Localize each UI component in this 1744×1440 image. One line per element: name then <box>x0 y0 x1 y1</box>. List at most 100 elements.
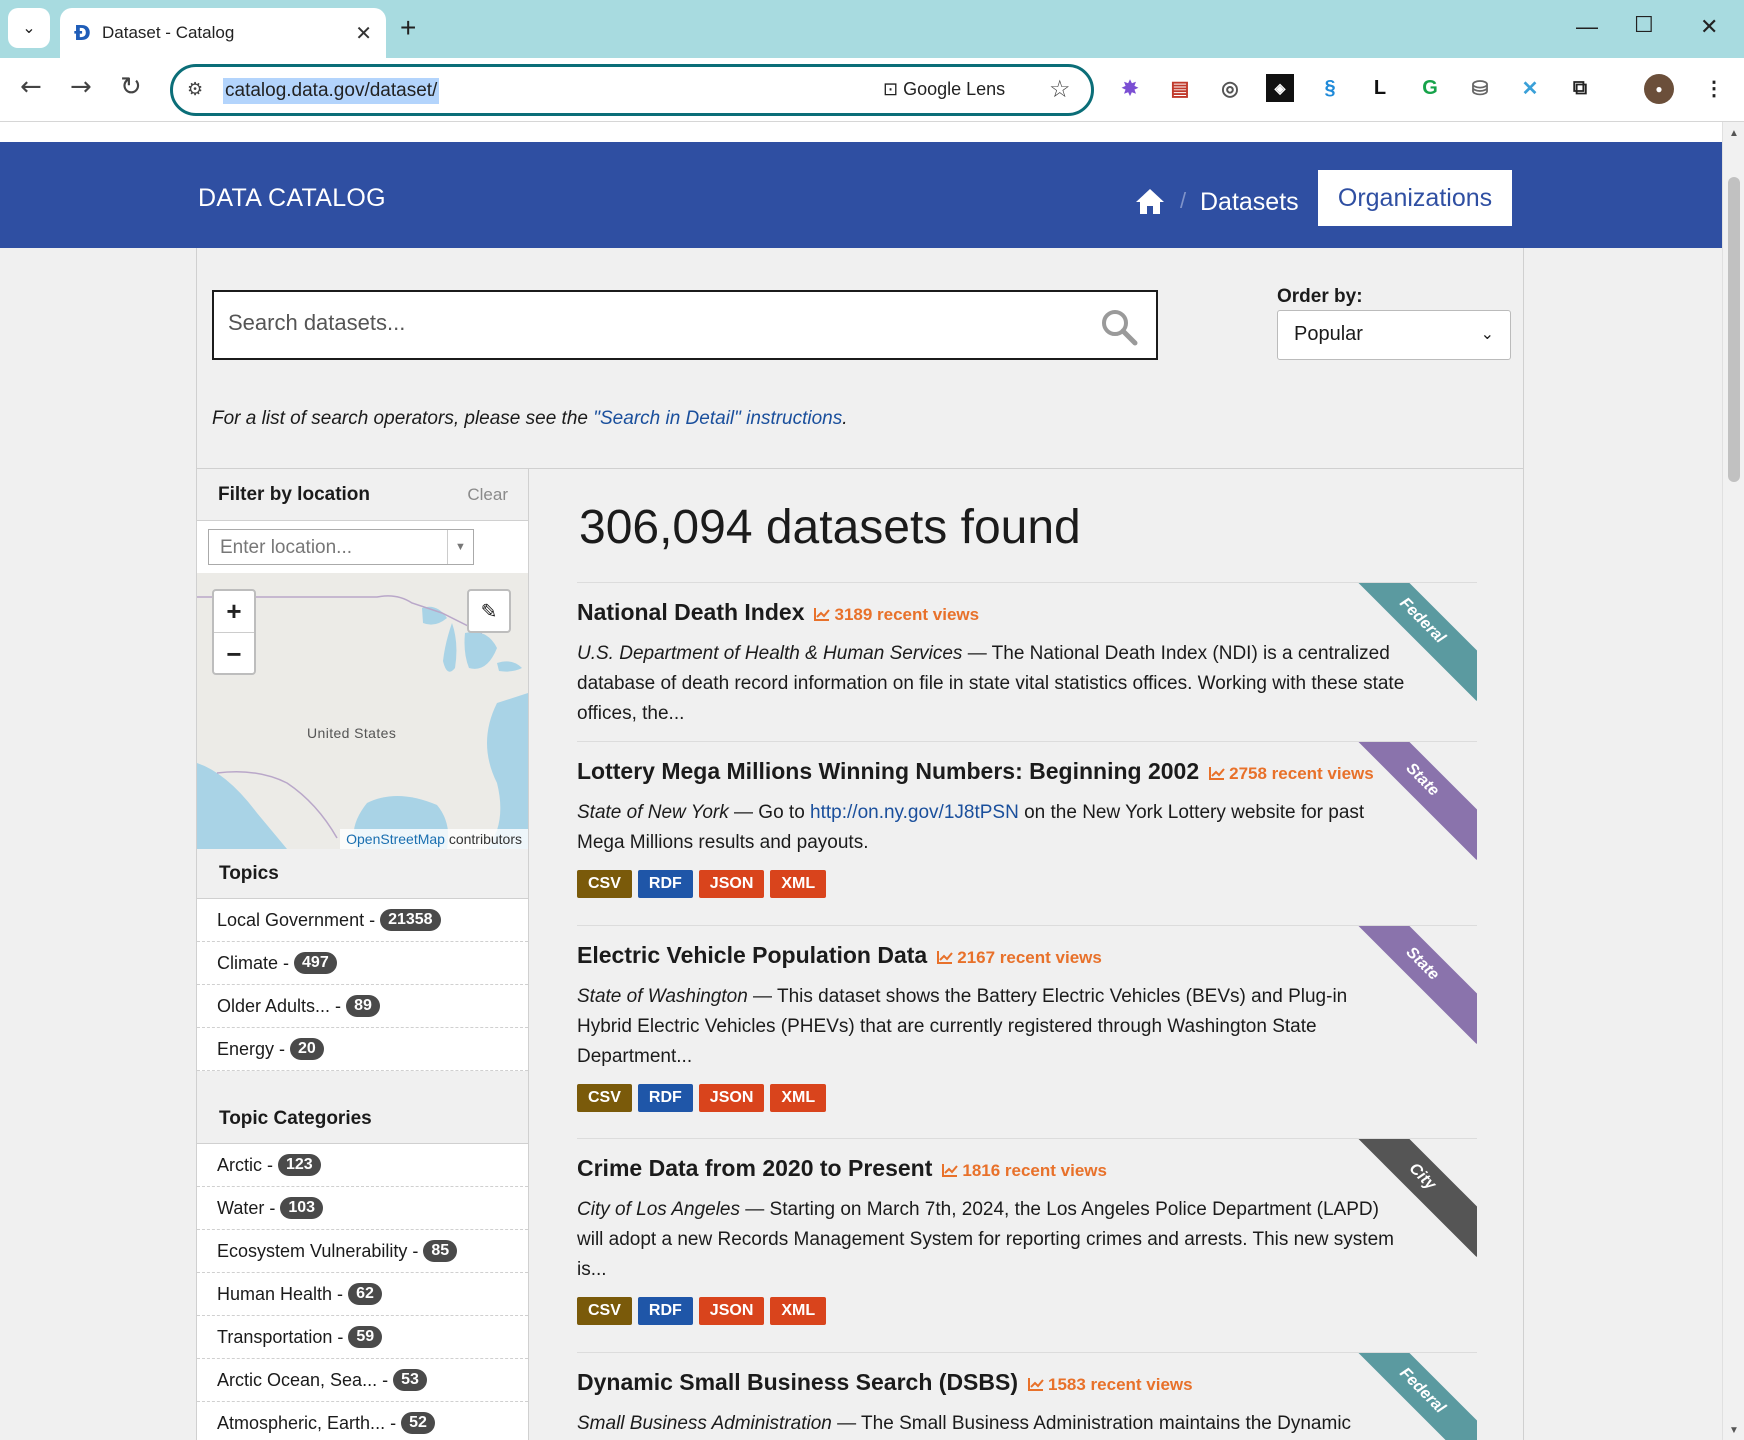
publisher-name: State of New York <box>577 802 729 823</box>
dataset-title-link[interactable]: Crime Data from 2020 to Present <box>577 1155 932 1181</box>
format-badge-xml[interactable]: XML <box>770 870 827 898</box>
zoom-in-button[interactable]: + <box>214 591 254 633</box>
extension-dark-icon[interactable]: ◈ <box>1266 74 1294 102</box>
format-badge-json[interactable]: JSON <box>698 870 765 898</box>
format-badge-rdf[interactable]: RDF <box>637 870 693 898</box>
list-item[interactable]: Ecosystem Vulnerability -85 <box>197 1230 528 1273</box>
location-filter-header: Filter by location Clear <box>197 469 528 521</box>
dataset-title-link[interactable]: Lottery Mega Millions Winning Numbers: B… <box>577 758 1199 784</box>
extensions-puzzle-icon[interactable]: ⧉ <box>1566 74 1594 102</box>
order-by-select[interactable]: Popular ⌄ <box>1277 310 1511 360</box>
format-badge-rdf[interactable]: RDF <box>637 1084 693 1112</box>
list-item[interactable]: Local Government -21358 <box>197 899 528 942</box>
site-brand[interactable]: DATA CATALOG <box>198 184 386 213</box>
format-badge-csv[interactable]: CSV <box>577 1297 632 1325</box>
recent-views: 3189 recent views <box>834 605 980 624</box>
location-clear-link[interactable]: Clear <box>467 485 508 505</box>
list-item[interactable]: Climate -497 <box>197 942 528 985</box>
chevron-down-icon: ⌄ <box>1480 326 1494 343</box>
list-item[interactable]: Water -103 <box>197 1187 528 1230</box>
order-by-label: Order by: <box>1277 286 1363 307</box>
dataset-title-link[interactable]: Dynamic Small Business Search (DSBS) <box>577 1369 1018 1395</box>
scrollbar-thumb[interactable] <box>1728 177 1740 482</box>
scroll-up-icon[interactable]: ▲ <box>1729 128 1739 139</box>
format-badge-json[interactable]: JSON <box>698 1297 765 1325</box>
list-item[interactable]: Older Adults... -89 <box>197 985 528 1028</box>
location-placeholder: Enter location... <box>220 537 353 558</box>
close-window-button[interactable]: ✕ <box>1700 14 1718 40</box>
format-badge-xml[interactable]: XML <box>770 1297 827 1325</box>
google-lens-button[interactable]: ⊡ Google Lens <box>883 79 1005 100</box>
site-info-icon[interactable]: ⚙ <box>187 79 203 100</box>
url-text[interactable]: catalog.data.gov/dataset/ <box>223 78 440 104</box>
count-badge: 52 <box>401 1412 435 1434</box>
count-badge: 103 <box>280 1197 324 1219</box>
list-item[interactable]: Energy -20 <box>197 1028 528 1071</box>
reload-button[interactable]: ↻ <box>120 72 142 102</box>
external-link[interactable]: http://on.ny.gov/1J8tPSN <box>810 802 1019 823</box>
scroll-down-icon[interactable]: ▼ <box>1729 1425 1739 1436</box>
bookmark-star-icon[interactable]: ☆ <box>1049 75 1071 104</box>
nav-organizations-link[interactable]: Organizations <box>1318 170 1512 226</box>
extension-window-icon[interactable]: ▤ <box>1166 74 1194 102</box>
dataset-result: Electric Vehicle Population Data 2167 rec… <box>577 925 1477 1138</box>
tab-close-icon[interactable]: ✕ <box>355 21 372 46</box>
format-badge-csv[interactable]: CSV <box>577 870 632 898</box>
format-badge-csv[interactable]: CSV <box>577 1084 632 1112</box>
minimize-button[interactable]: — <box>1576 14 1598 40</box>
dataset-result: Lottery Mega Millions Winning Numbers: B… <box>577 741 1477 925</box>
tab-search-button[interactable]: ⌄ <box>8 8 50 48</box>
format-badge-xml[interactable]: XML <box>770 1084 827 1112</box>
location-dropdown-icon[interactable]: ▼ <box>447 530 473 564</box>
format-badge-json[interactable]: JSON <box>698 1084 765 1112</box>
list-item[interactable]: Arctic -123 <box>197 1144 528 1187</box>
format-badges: CSV RDF JSON XML <box>577 1297 827 1325</box>
extension-cross-icon[interactable]: ✕ <box>1516 74 1544 102</box>
list-item[interactable]: Arctic Ocean, Sea... -53 <box>197 1359 528 1402</box>
extension-grammarly-icon[interactable]: G <box>1416 74 1444 102</box>
dataset-title-link[interactable]: Electric Vehicle Population Data <box>577 942 927 968</box>
search-icon[interactable] <box>1100 308 1138 346</box>
zoom-out-button[interactable]: − <box>214 633 254 675</box>
search-input[interactable] <box>228 310 1088 336</box>
maximize-button[interactable]: ☐ <box>1634 12 1654 38</box>
openstreetmap-link[interactable]: OpenStreetMap <box>346 831 445 847</box>
search-in-detail-link[interactable]: "Search in Detail" instructions <box>593 408 842 429</box>
publisher-name: U.S. Department of Health & Human Servic… <box>577 643 963 664</box>
new-tab-button[interactable]: + <box>400 12 416 44</box>
extension-db-icon[interactable]: ⛁ <box>1466 74 1494 102</box>
home-icon[interactable] <box>1134 186 1166 216</box>
location-input[interactable]: Enter location... ▼ <box>208 529 474 565</box>
topic-categories-heading: Topic Categories <box>197 1094 528 1144</box>
topic-categories-list: Arctic -123 Water -103 Ecosystem Vulnera… <box>197 1144 528 1440</box>
search-operators-note: For a list of search operators, please s… <box>212 408 848 429</box>
browser-menu-icon[interactable]: ⋮ <box>1700 74 1728 102</box>
page-scrollbar[interactable]: ▲ ▼ <box>1722 122 1744 1440</box>
breadcrumb-separator: / <box>1180 188 1187 213</box>
dataset-title-link[interactable]: National Death Index <box>577 599 804 625</box>
address-bar[interactable]: ⚙ catalog.data.gov/dataset/ ⊡ Google Len… <box>170 64 1094 116</box>
dataset-description: State of New York — Go to http://on.ny.g… <box>577 802 1365 853</box>
recent-views: 1816 recent views <box>962 1161 1107 1180</box>
forward-button[interactable]: → <box>70 72 92 102</box>
extension-l-icon[interactable]: L <box>1366 74 1394 102</box>
list-item[interactable]: Human Health -62 <box>197 1273 528 1316</box>
format-badge-rdf[interactable]: RDF <box>637 1297 693 1325</box>
location-map[interactable]: + − ✎ United States OpenStreetMap contri… <box>197 573 528 849</box>
map-draw-pencil-icon[interactable]: ✎ <box>467 589 511 633</box>
nav-datasets-link[interactable]: Datasets <box>1200 188 1299 217</box>
extension-code-icon[interactable]: ◎ <box>1216 74 1244 102</box>
tab-title: Dataset - Catalog <box>102 23 235 42</box>
list-item[interactable]: Atmospheric, Earth... -52 <box>197 1402 528 1440</box>
profile-avatar[interactable]: ● <box>1644 74 1674 104</box>
format-badges: CSV RDF JSON XML <box>577 1084 827 1112</box>
browser-tab[interactable]: Ð Dataset - Catalog ✕ <box>60 8 386 58</box>
back-button[interactable]: ← <box>20 72 42 102</box>
map-zoom-control: + − <box>212 589 256 675</box>
extension-gear-icon[interactable]: ✸ <box>1116 74 1144 102</box>
count-badge: 59 <box>348 1326 383 1348</box>
list-item[interactable]: Transportation -59 <box>197 1316 528 1359</box>
extension-s-icon[interactable]: § <box>1316 74 1344 102</box>
site-header: DATA CATALOG / Datasets Organizations <box>0 142 1722 248</box>
count-badge: 21358 <box>380 909 441 931</box>
